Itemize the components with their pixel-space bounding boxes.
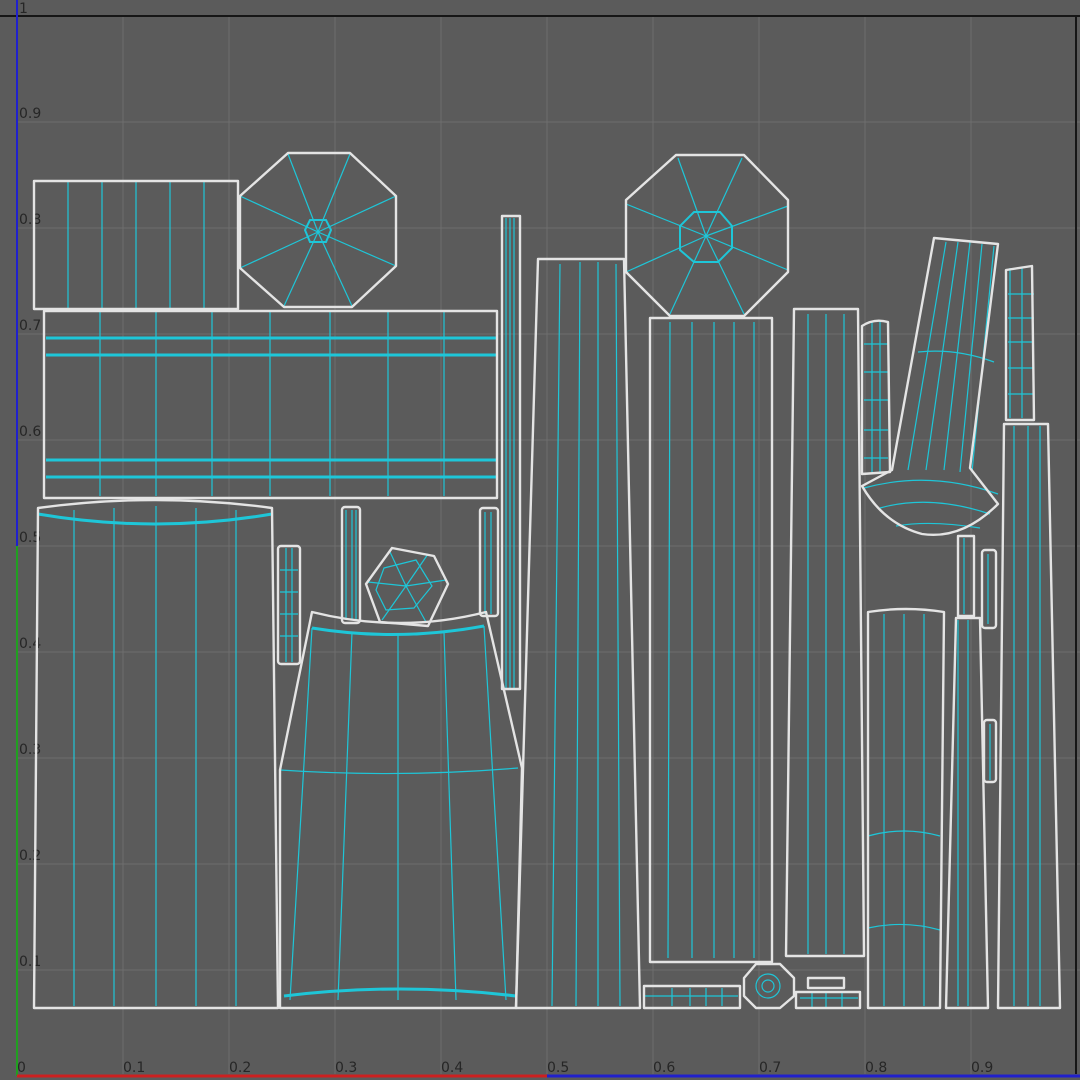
v-tick-label: 0.1 [19, 954, 41, 970]
v-tick-label: 0.6 [19, 424, 41, 440]
u-tick-label: 0.1 [123, 1060, 145, 1076]
u-tick-label: 0.7 [759, 1060, 781, 1076]
u-tick-label: 0.2 [229, 1060, 251, 1076]
u-tick-label: 0.6 [653, 1060, 675, 1076]
u-tick-label: 0.8 [865, 1060, 887, 1076]
u-tick-label: 0.5 [547, 1060, 569, 1076]
u-tick-label: 0.4 [441, 1060, 463, 1076]
u-tick-label: 0.3 [335, 1060, 357, 1076]
v-tick-label: 0.2 [19, 848, 41, 864]
uv-background [0, 0, 1080, 1080]
u-tick-label: 0.9 [971, 1060, 993, 1076]
u-tick-label: 0 [17, 1060, 26, 1076]
v-tick-label: 0.8 [19, 212, 41, 228]
uv-editor-viewport[interactable]: 0 0.1 0.2 0.3 0.4 0.5 0.6 0.7 0.8 0.9 1 … [0, 0, 1080, 1080]
corner-label: 1 [19, 1, 28, 17]
v-tick-label: 0.9 [19, 106, 41, 122]
v-tick-label: 0.7 [19, 318, 41, 334]
v-tick-label: 0.3 [19, 742, 41, 758]
